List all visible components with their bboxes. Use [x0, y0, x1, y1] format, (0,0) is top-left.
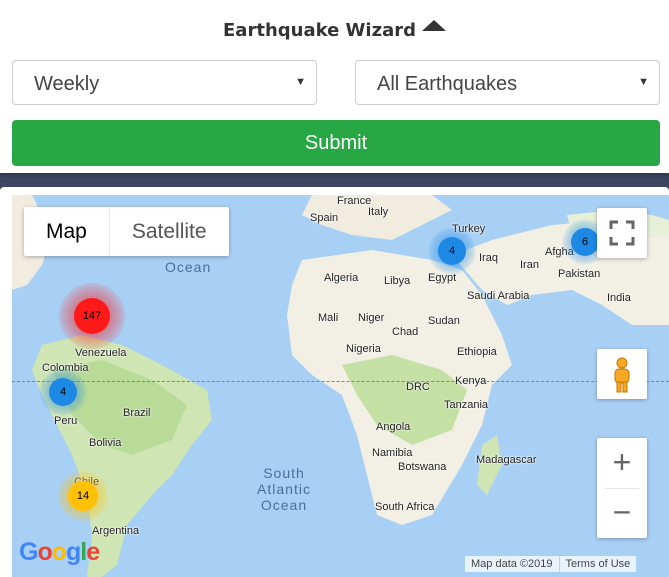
map-place-label: Libya: [384, 275, 411, 287]
cluster-count: 4: [59, 386, 67, 398]
cluster-ecuador[interactable]: 4: [39, 368, 87, 416]
map-place-label: Pakistan: [558, 268, 601, 280]
zoom-control: + −: [597, 438, 647, 538]
map-place-label: Niger: [358, 312, 385, 324]
map-type-satellite[interactable]: Satellite: [108, 207, 229, 256]
pegman-icon: [614, 357, 630, 393]
fullscreen-button[interactable]: [597, 208, 647, 258]
cluster-count: 147: [82, 310, 102, 322]
map-place-label: Algeria: [324, 272, 359, 284]
map-place-label: France: [337, 195, 372, 207]
dropdown-arrow-icon: ▼: [638, 76, 649, 88]
map-place-label: Nigeria: [346, 343, 381, 355]
earthquake-type-select[interactable]: All Earthquakes ▼: [355, 60, 660, 105]
map-type-control: Map Satellite: [24, 207, 229, 256]
map-place-label: Sudan: [428, 315, 460, 327]
submit-button[interactable]: Submit: [12, 120, 660, 166]
cluster-count: 4: [448, 245, 456, 257]
earthquake-map[interactable]: Ocean South Atlantic Ocean France Italy Sp…: [12, 195, 669, 577]
map-panel: Ocean South Atlantic Ocean France Italy Sp…: [0, 187, 669, 577]
cluster-count: 14: [76, 490, 90, 502]
map-place-label: Brazil: [123, 407, 151, 419]
map-place-label: Venezuela: [75, 347, 127, 359]
map-place-label: DRC: [406, 381, 430, 393]
zoom-in-icon[interactable]: +: [597, 438, 647, 488]
map-place-label: Argentina: [92, 525, 140, 537]
earthquake-wizard-panel: Earthquake Wizard Weekly ▼ All Earthquak…: [0, 0, 669, 173]
map-attribution: Map data ©2019 Terms of Use: [465, 556, 637, 572]
zoom-out-icon[interactable]: −: [597, 488, 647, 538]
fullscreen-icon: [609, 220, 635, 246]
map-place-label: Spain: [310, 212, 339, 224]
map-place-label: Iran: [520, 259, 539, 271]
ocean-label-line: Ocean: [260, 497, 308, 513]
caret-up-icon[interactable]: [421, 20, 446, 31]
map-place-label: Madagascar: [476, 454, 537, 466]
map-place-label: Angola: [376, 421, 411, 433]
period-select[interactable]: Weekly ▼: [12, 60, 317, 105]
map-place-label: Peru: [54, 415, 78, 427]
street-view-button[interactable]: [597, 349, 647, 399]
dropdown-arrow-icon: ▼: [295, 76, 306, 88]
map-place-label: Chad: [392, 326, 419, 338]
map-place-label: Saudi Arabia: [467, 290, 530, 302]
type-select-value: All Earthquakes: [377, 73, 518, 95]
map-place-label: Mali: [318, 312, 339, 324]
map-place-label: Namibia: [372, 447, 413, 459]
ocean-label-south-atlantic: South Atlantic Ocean: [248, 465, 320, 513]
map-place-label: Kenya: [455, 375, 487, 387]
map-place-label: Italy: [368, 206, 389, 218]
ocean-label-line: South: [263, 465, 305, 481]
cluster-caribbean[interactable]: 147: [59, 283, 125, 349]
equator-line: [12, 381, 669, 382]
map-place-label: India: [607, 292, 631, 304]
map-place-label: Ethiopia: [457, 346, 497, 358]
ocean-label-line: Atlantic: [257, 481, 311, 497]
period-select-value: Weekly: [34, 73, 100, 95]
cluster-chile[interactable]: 14: [57, 470, 109, 522]
map-place-label: Botswana: [398, 461, 447, 473]
wizard-header[interactable]: Earthquake Wizard: [0, 20, 669, 41]
map-place-label: South Africa: [375, 501, 435, 513]
ocean-label-north: Ocean: [165, 259, 212, 275]
map-place-label: Iraq: [479, 252, 498, 264]
map-place-label: Tanzania: [444, 399, 489, 411]
wizard-title: Earthquake Wizard: [223, 20, 416, 41]
cluster-eastern-med[interactable]: 4: [428, 227, 476, 275]
map-type-map[interactable]: Map: [24, 207, 109, 256]
google-logo: Google: [19, 538, 100, 566]
terms-of-use-link[interactable]: Terms of Use: [558, 556, 637, 572]
map-data-credit: Map data ©2019: [471, 558, 553, 570]
map-place-label: Bolivia: [89, 437, 122, 449]
